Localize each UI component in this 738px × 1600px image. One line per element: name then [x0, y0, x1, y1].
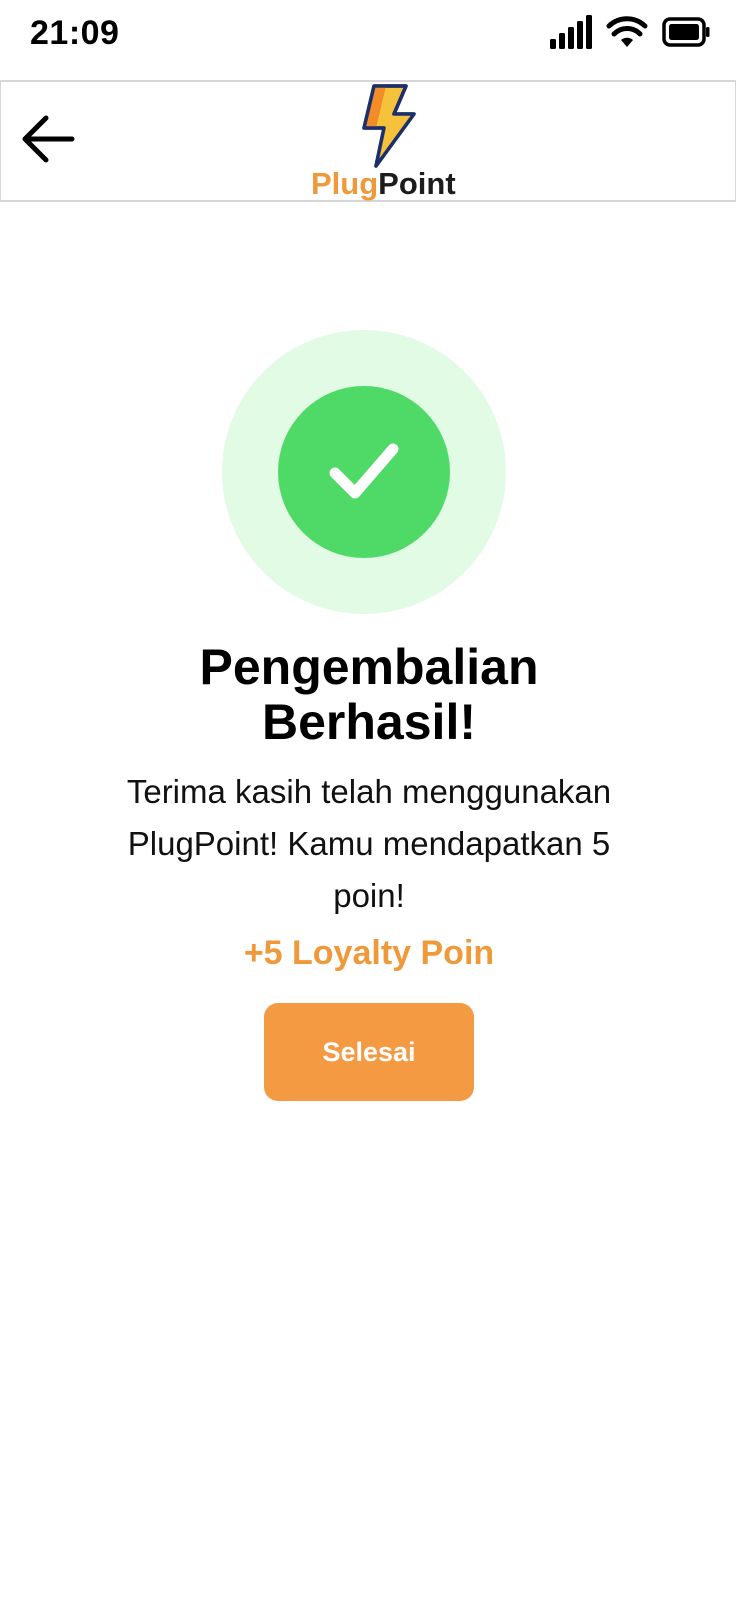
success-message-line: Terima kasih telah menggunakan — [126, 773, 612, 810]
wifi-icon — [606, 15, 648, 53]
signal-icon — [550, 14, 592, 54]
logo-text-point: Point — [378, 166, 456, 201]
app-header: PlugPoint — [0, 80, 736, 202]
status-bar: 21:09 — [0, 0, 738, 78]
success-title-line: Pengembalian — [199, 639, 539, 695]
success-title-line: Berhasil! — [262, 694, 476, 750]
checkmark-icon — [327, 439, 401, 506]
logo-text-plug: Plug — [311, 166, 379, 201]
loyalty-points: +5 Loyalty Poin — [243, 934, 495, 972]
battery-icon — [662, 16, 710, 52]
success-message-line: PlugPoint! Kamu mendapatkan 5 — [127, 825, 611, 862]
success-icon-halo — [222, 330, 506, 614]
plugpoint-logo: PlugPoint — [301, 84, 471, 202]
back-button[interactable] — [15, 110, 81, 172]
status-icons — [550, 12, 710, 56]
lightning-bolt-icon — [356, 84, 418, 168]
logo-text: PlugPoint — [311, 166, 456, 202]
success-icon-circle — [278, 386, 450, 558]
success-message: Terima kasih telah menggunakan PlugPoint… — [70, 766, 668, 922]
success-title: Pengembalian Berhasil! — [0, 640, 738, 750]
done-button[interactable]: Selesai — [264, 1003, 474, 1101]
arrow-left-icon — [20, 114, 76, 169]
status-time: 21:09 — [30, 14, 120, 52]
success-message-line: poin! — [333, 877, 405, 914]
